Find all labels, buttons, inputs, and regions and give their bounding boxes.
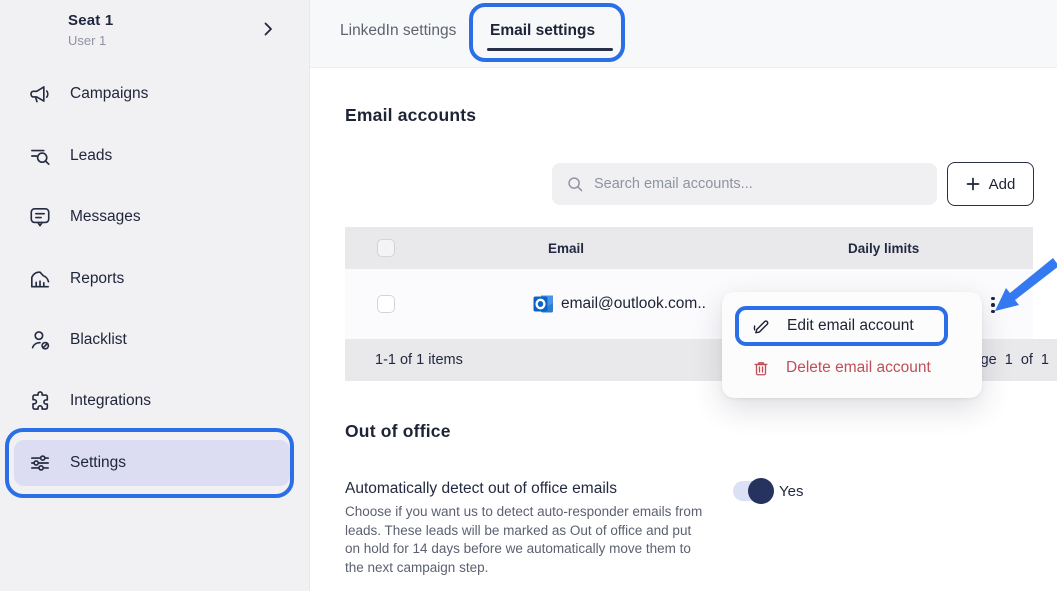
app-window: Seat 1 User 1 Campaigns Leads Messages R… (0, 0, 1057, 591)
delete-menu-label: Delete email account (786, 359, 931, 377)
sidebar-item-label: Settings (70, 454, 126, 472)
edit-pencil-icon (752, 317, 771, 336)
sidebar-item-campaigns[interactable]: Campaigns (28, 82, 148, 106)
seat-switcher[interactable]: Seat 1 User 1 (68, 12, 113, 48)
settings-tab-bar: LinkedIn settings Email settings (310, 0, 1057, 68)
search-input[interactable] (594, 176, 914, 192)
sliders-icon (28, 451, 52, 475)
edit-menu-label: Edit email account (787, 317, 914, 335)
sidebar-item-label: Leads (70, 147, 112, 165)
sidebar-item-label: Messages (70, 208, 141, 226)
items-count-label: 1-1 of 1 items (375, 352, 463, 368)
sidebar-item-integrations[interactable]: Integrations (28, 389, 151, 413)
table-header: Email Daily limits (345, 227, 1033, 269)
chart-icon (28, 267, 52, 291)
delete-email-account-menu-item[interactable]: Delete email account (722, 348, 982, 388)
trash-icon (752, 359, 770, 377)
auto-detect-toggle[interactable] (733, 481, 771, 501)
search-email-accounts[interactable] (552, 163, 937, 205)
active-tab-underline (487, 48, 613, 51)
tab-linkedin-settings[interactable]: LinkedIn settings (340, 22, 456, 40)
auto-detect-setting-description: Choose if you want us to detect auto-res… (345, 503, 707, 577)
select-all-checkbox[interactable] (377, 239, 395, 257)
puzzle-icon (28, 389, 52, 413)
out-of-office-heading: Out of office (345, 421, 451, 442)
megaphone-icon (28, 82, 52, 106)
seat-title: Seat 1 (68, 12, 113, 29)
toggle-knob (748, 478, 774, 504)
row-checkbox[interactable] (377, 295, 395, 313)
message-bubble-icon (28, 205, 52, 229)
row-actions-menu: Edit email account Delete email account (722, 292, 982, 398)
edit-email-account-menu-item[interactable]: Edit email account (722, 306, 982, 346)
sidebar-item-label: Integrations (70, 392, 151, 410)
column-header-daily-limits: Daily limits (848, 227, 919, 269)
sidebar-item-blacklist[interactable]: Blacklist (28, 328, 127, 352)
plus-icon (966, 177, 980, 191)
sidebar: Seat 1 User 1 Campaigns Leads Messages R… (0, 0, 310, 591)
toggle-state-label: Yes (779, 483, 803, 500)
lead-search-icon (28, 144, 52, 168)
sidebar-item-leads[interactable]: Leads (28, 144, 112, 168)
sidebar-item-label: Campaigns (70, 85, 148, 103)
column-header-email: Email (548, 227, 584, 269)
row-actions-kebab-menu[interactable] (985, 293, 1001, 317)
sidebar-item-label: Reports (70, 270, 124, 288)
add-button-label: Add (989, 176, 1016, 193)
sidebar-item-settings[interactable]: Settings (28, 451, 126, 475)
auto-detect-setting-label: Automatically detect out of office email… (345, 480, 617, 498)
outlook-icon (532, 292, 556, 316)
email-accounts-heading: Email accounts (345, 105, 476, 126)
add-email-account-button[interactable]: Add (947, 162, 1034, 206)
sidebar-item-reports[interactable]: Reports (28, 267, 124, 291)
seat-subtitle: User 1 (68, 33, 113, 48)
blocked-user-icon (28, 328, 52, 352)
sidebar-item-messages[interactable]: Messages (28, 205, 141, 229)
sidebar-item-label: Blacklist (70, 331, 127, 349)
row-email-address: email@outlook.com.. (561, 269, 706, 339)
search-icon (566, 175, 584, 193)
tab-email-settings[interactable]: Email settings (490, 22, 595, 40)
chevron-right-icon[interactable] (258, 19, 278, 39)
